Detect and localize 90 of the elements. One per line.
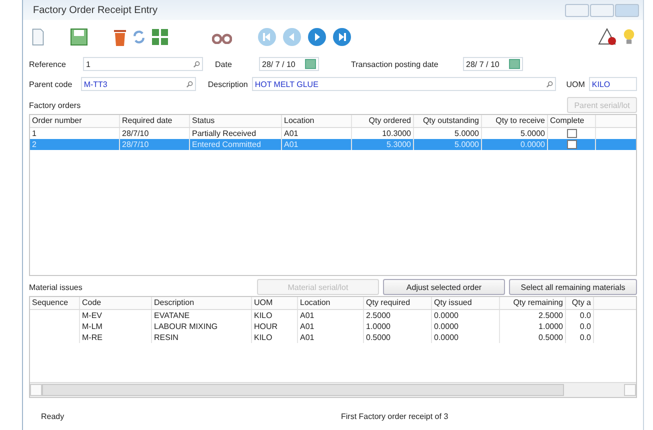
close-button[interactable] xyxy=(615,4,639,16)
table-cell: 0.5000 xyxy=(500,332,566,343)
table-cell: 0.0 xyxy=(566,310,594,321)
table-cell: 0.5000 xyxy=(364,332,432,343)
table-cell: 5.0000 xyxy=(414,139,482,150)
column-header[interactable]: Qty ordered xyxy=(352,115,414,127)
table-cell: 0.0 xyxy=(566,321,594,332)
table-cell: 28/7/10 xyxy=(120,139,190,150)
refresh-icon[interactable] xyxy=(132,28,146,46)
column-header[interactable]: Qty required xyxy=(364,297,432,309)
horizontal-scrollbar[interactable] xyxy=(30,382,636,397)
column-header[interactable]: Qty issued xyxy=(432,297,500,309)
column-header[interactable]: Location xyxy=(282,115,352,127)
complete-checkbox[interactable] xyxy=(566,140,576,149)
column-header[interactable]: UOM xyxy=(252,297,298,309)
scroll-right-button[interactable] xyxy=(624,384,636,396)
action-button[interactable]: Select all remaining materials xyxy=(509,279,637,295)
warning-icon[interactable] xyxy=(598,28,618,46)
lookup-icon[interactable] xyxy=(193,60,200,68)
lookup-icon[interactable] xyxy=(186,80,193,88)
table-cell: 2 xyxy=(30,139,120,150)
column-header[interactable]: Code xyxy=(80,297,152,309)
grid-icon[interactable] xyxy=(151,28,169,46)
table-cell: Entered Committed xyxy=(190,139,282,150)
column-header[interactable]: Sequence xyxy=(30,297,80,309)
table-cell: KILO xyxy=(252,310,298,321)
table-cell: M-RE xyxy=(80,332,152,343)
column-header[interactable]: Qty remaining xyxy=(500,297,566,309)
column-header[interactable]: Qty outstanding xyxy=(414,115,482,127)
window-title: Factory Order Receipt Entry xyxy=(33,4,158,16)
last-record-icon[interactable] xyxy=(332,27,352,47)
save-icon[interactable] xyxy=(70,28,88,46)
field-label: UOM xyxy=(566,80,585,88)
table-cell: RESIN xyxy=(152,332,252,343)
posting-date-field[interactable]: 28/ 7 / 10 xyxy=(463,57,523,71)
table-cell: EVATANE xyxy=(152,310,252,321)
field-label: Reference xyxy=(29,60,67,68)
reference-field[interactable]: 1 xyxy=(83,57,203,71)
column-header[interactable]: Status xyxy=(190,115,282,127)
table-cell: 0.0 xyxy=(566,332,594,343)
table-cell: 0.0000 xyxy=(482,139,548,150)
column-header[interactable]: Qty to receive xyxy=(482,115,548,127)
action-button[interactable]: Adjust selected order xyxy=(383,279,505,295)
table-cell: 2.5000 xyxy=(364,310,432,321)
table-cell: A01 xyxy=(298,332,364,343)
column-header[interactable]: Description xyxy=(152,297,252,309)
table-cell: 0.0000 xyxy=(432,321,500,332)
scrollbar-thumb[interactable] xyxy=(42,384,564,396)
description-field[interactable]: HOT MELT GLUE xyxy=(252,77,556,91)
section-label: Factory orders xyxy=(29,100,81,110)
complete-checkbox[interactable] xyxy=(566,129,576,138)
table-cell: 1.0000 xyxy=(500,321,566,332)
lightbulb-icon[interactable] xyxy=(623,27,635,47)
table-cell: A01 xyxy=(298,321,364,332)
table-cell: M-EV xyxy=(80,310,152,321)
field-label: Description xyxy=(208,80,248,88)
table-cell: 2.5000 xyxy=(500,310,566,321)
status-text: Ready xyxy=(41,412,66,420)
section-label: Material issues xyxy=(29,282,82,292)
scroll-left-button[interactable] xyxy=(30,384,42,396)
maximize-button[interactable] xyxy=(590,4,614,16)
table-cell: 1.0000 xyxy=(364,321,432,332)
field-label: Date xyxy=(215,60,233,68)
table-cell: HOUR xyxy=(252,321,298,332)
next-record-icon[interactable] xyxy=(307,27,327,47)
column-header[interactable]: Complete xyxy=(548,115,596,127)
column-header[interactable]: Required date xyxy=(120,115,190,127)
table-cell: 5.3000 xyxy=(352,139,414,150)
date-field[interactable]: 28/ 7 / 10 xyxy=(259,57,319,71)
column-header[interactable]: Order number xyxy=(30,115,120,127)
table-cell: A01 xyxy=(282,139,352,150)
status-text: First Factory order receipt of 3 xyxy=(341,412,448,420)
table-cell: A01 xyxy=(298,310,364,321)
table-cell: 0.0000 xyxy=(432,332,500,343)
field-label: Parent code xyxy=(29,80,74,88)
table-cell: M-LM xyxy=(80,321,152,332)
first-record-icon[interactable] xyxy=(257,27,277,47)
parent-code-field[interactable]: M-TT3 xyxy=(80,77,196,91)
minimize-button[interactable] xyxy=(565,4,589,16)
previous-record-icon[interactable] xyxy=(282,27,302,47)
column-header[interactable]: Qty a xyxy=(566,297,594,309)
field-label: Transaction posting date xyxy=(351,60,440,68)
column-header[interactable]: Location xyxy=(298,297,364,309)
uom-field[interactable]: KILO xyxy=(588,77,637,91)
trash-icon[interactable] xyxy=(113,27,127,47)
table-cell: 0.0000 xyxy=(432,310,500,321)
table-cell: LABOUR MIXING xyxy=(152,321,252,332)
table-cell: KILO xyxy=(252,332,298,343)
new-document-icon[interactable] xyxy=(31,27,45,47)
lookup-icon[interactable] xyxy=(546,80,554,88)
